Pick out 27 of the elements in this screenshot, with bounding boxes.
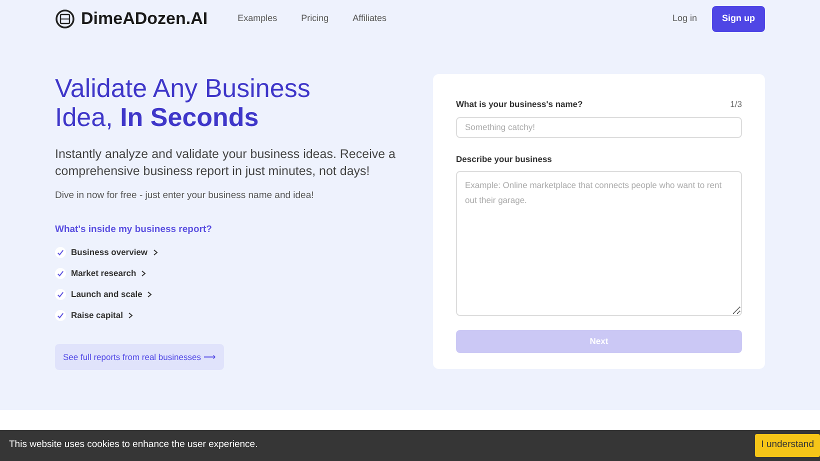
description-field[interactable]: Example: Online marketplace that connects people who want to rent out their garage. — [456, 170, 742, 316]
coin-logo-icon — [55, 9, 75, 29]
sub-text: Dive in now for free - just enter your business name and idea! — [55, 189, 315, 203]
report-item-link[interactable]: Launch and scale — [71, 288, 142, 300]
login-link[interactable]: Log in — [672, 12, 697, 26]
nav-link[interactable]: Pricing — [301, 12, 329, 26]
cookie-text: This website uses cookies to enhance the user experience. — [9, 438, 258, 452]
report-item-link[interactable]: Business overview — [71, 246, 148, 258]
brand-name[interactable]: DimeADozen.AI — [81, 6, 208, 32]
name-field[interactable]: Something catchy! — [456, 116, 742, 138]
chevron-right-icon — [141, 270, 146, 276]
nav-link[interactable]: Examples — [238, 12, 278, 26]
signup-button[interactable]: Sign up — [712, 6, 765, 32]
report-item-link[interactable]: Market research — [71, 266, 136, 280]
accept-cookies-button[interactable]: I understand — [755, 434, 820, 457]
description-label: Describe your business — [456, 152, 553, 166]
hero-title: Validate Any Business Idea, In Seconds — [55, 74, 312, 132]
chevron-right-icon — [147, 290, 152, 298]
chevron-right-icon — [128, 312, 133, 318]
nav-link[interactable]: Affiliates — [352, 12, 386, 26]
step-counter: 1/3 — [730, 98, 742, 111]
name-label: What is your business's name? — [456, 98, 583, 111]
report-item-link[interactable]: Raise capital — [71, 308, 123, 322]
report-heading: What's inside my business report? — [55, 223, 213, 238]
full-reports-link[interactable]: See full reports from real businesses ⟶ — [55, 344, 224, 370]
lead-text: Instantly analyze and validate your business ideas. Receive a comprehensive business report in just minutes, not days! — [55, 146, 396, 180]
chevron-right-icon — [152, 248, 158, 256]
